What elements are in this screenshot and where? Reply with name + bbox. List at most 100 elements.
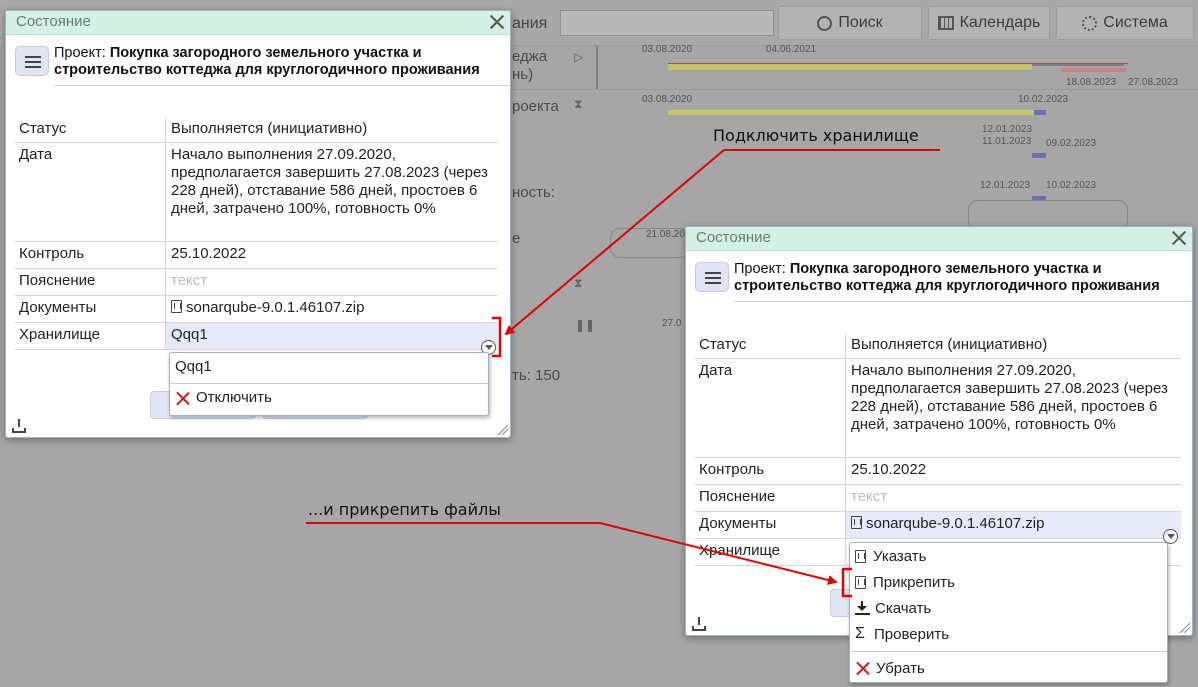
bg-fragment: еджа: [512, 48, 548, 65]
note-input[interactable]: текст: [846, 485, 1181, 511]
storage-popup-menu: Qqq1 Отключить: [169, 352, 489, 416]
row-note: Пояснение текст: [15, 269, 498, 296]
gantt-row-divider: [510, 89, 1198, 90]
dialog-header: Состояние: [6, 11, 510, 35]
row-label: Контроль: [15, 242, 166, 268]
gantt-bar: [668, 110, 1034, 115]
row-storage: Хранилище Qqq1: [15, 323, 498, 350]
row-label: Хранилище: [695, 539, 846, 565]
gantt-divider: [596, 46, 598, 90]
close-icon[interactable]: [1168, 227, 1190, 249]
row-label: Дата: [15, 143, 166, 241]
gantt-date: 27.08.2023: [1128, 77, 1179, 88]
row-value[interactable]: 25.10.2022: [166, 242, 498, 268]
search-button-label: Поиск: [838, 14, 883, 31]
calendar-button-label: Календарь: [959, 14, 1041, 31]
row-status: Статус Выполняется (инициативно): [695, 333, 1181, 359]
bg-fragment: ность:: [512, 184, 555, 201]
document-icon: [855, 575, 866, 589]
row-label: Пояснение: [695, 485, 846, 511]
search-button[interactable]: Поиск: [778, 6, 922, 40]
storage-option-selected[interactable]: Qqq1: [170, 353, 488, 379]
documents-popup-menu: Указать Прикрепить Скачать Σ Проверить У…: [849, 542, 1168, 683]
gear-icon: [1082, 15, 1098, 31]
document-link[interactable]: sonarqube-9.0.1.46107.zip: [186, 299, 364, 316]
menu-item-label: Отключить: [196, 389, 272, 406]
gantt-date: 04.06.2021: [766, 44, 817, 55]
row-control: Контроль 25.10.2022: [695, 458, 1181, 485]
hourglass-icon: ⧗: [574, 97, 583, 111]
attach-menu-item[interactable]: Прикрепить: [850, 569, 1167, 595]
project-title: Проект: Покупка загородного земельного у…: [54, 45, 510, 86]
row-value[interactable]: 25.10.2022: [846, 458, 1181, 484]
download-icon[interactable]: [12, 419, 26, 433]
document-icon: [851, 516, 862, 529]
row-value[interactable]: Выполняется (инициативно): [846, 333, 1181, 358]
bg-fragment: ть: 150: [512, 367, 561, 384]
documents-value[interactable]: sonarqube-9.0.1.46107.zip: [166, 296, 498, 322]
row-label: Контроль: [695, 458, 846, 484]
gantt-date: 10.02.2023: [1018, 94, 1069, 105]
download-icon[interactable]: [692, 617, 706, 631]
gantt-date: 12.01.2023: [980, 180, 1031, 191]
row-label: Документы: [15, 296, 166, 322]
tab-label-partial: ания: [512, 15, 548, 32]
note-input[interactable]: текст: [166, 269, 498, 295]
annotation-attach-files: ...и прикрепить файлы: [308, 500, 501, 519]
sigma-icon: Σ: [855, 625, 865, 642]
check-menu-item[interactable]: Σ Проверить: [850, 621, 1167, 647]
gantt-bar-blue: [1034, 110, 1046, 115]
toolbar-search-input[interactable]: [560, 10, 774, 36]
row-note: Пояснение текст: [695, 485, 1181, 512]
document-link[interactable]: sonarqube-9.0.1.46107.zip: [866, 515, 1044, 532]
row-documents: Документы sonarqube-9.0.1.46107.zip: [15, 296, 498, 323]
project-header: Проект: Покупка загородного земельного у…: [6, 35, 510, 115]
properties-table: Статус Выполняется (инициативно) Дата На…: [15, 117, 498, 350]
gantt-date: 10.02.2023: [1046, 180, 1097, 191]
specify-menu-item[interactable]: Указать: [850, 543, 1167, 569]
row-label: Статус: [695, 333, 846, 358]
document-icon: [855, 549, 866, 563]
system-button[interactable]: Система: [1056, 6, 1194, 40]
storage-value[interactable]: Qqq1: [166, 323, 498, 349]
gantt-date: 12.01.2023: [982, 124, 1033, 135]
gantt-date: 03.08.2020: [642, 94, 693, 105]
menu-separator: [170, 383, 488, 384]
row-value[interactable]: Начало выполнения 27.09.2020, предполага…: [846, 359, 1181, 457]
documents-value[interactable]: sonarqube-9.0.1.46107.zip: [846, 512, 1181, 538]
resize-handle[interactable]: [496, 423, 508, 435]
menu-item-label: Указать: [873, 547, 927, 565]
x-red-icon: [175, 390, 191, 406]
dialog-header: Состояние: [686, 227, 1192, 251]
gantt-bar-blue: [1032, 153, 1046, 158]
calendar-button[interactable]: Календарь: [928, 6, 1050, 40]
project-title: Проект: Покупка загородного земельного у…: [734, 261, 1192, 302]
row-documents: Документы sonarqube-9.0.1.46107.zip: [695, 512, 1181, 539]
properties-table: Статус Выполняется (инициативно) Дата На…: [695, 333, 1181, 566]
download-icon: [855, 601, 870, 615]
bg-fragment: нь): [512, 66, 534, 83]
row-value[interactable]: Начало выполнения 27.09.2020, предполага…: [166, 143, 498, 241]
download-menu-item[interactable]: Скачать: [850, 595, 1167, 621]
menu-item-label: Проверить: [874, 625, 950, 643]
close-icon[interactable]: [486, 11, 508, 33]
resize-handle[interactable]: [1178, 621, 1190, 633]
row-value[interactable]: Выполняется (инициативно): [166, 117, 498, 142]
menu-button[interactable]: [15, 46, 49, 76]
row-label: Хранилище: [15, 323, 166, 349]
gantt-bar: [668, 64, 1032, 70]
gantt-date: 03.08.2020: [642, 44, 693, 55]
hourglass-icon: ⧗: [574, 276, 583, 290]
menu-item-label: Убрать: [876, 659, 925, 677]
pause-icon: ❚❚: [575, 318, 596, 332]
dialog-title: Состояние: [696, 229, 771, 246]
play-icon: ▷: [574, 50, 584, 64]
disconnect-menu-item[interactable]: Отключить: [170, 388, 488, 410]
bg-fragment: е: [512, 230, 521, 247]
menu-button[interactable]: [695, 262, 729, 292]
x-red-icon: [855, 660, 871, 676]
menu-separator: [850, 651, 1167, 652]
menu-item-label: Скачать: [875, 599, 932, 617]
remove-menu-item[interactable]: Убрать: [850, 656, 1167, 680]
row-label: Документы: [695, 512, 846, 538]
